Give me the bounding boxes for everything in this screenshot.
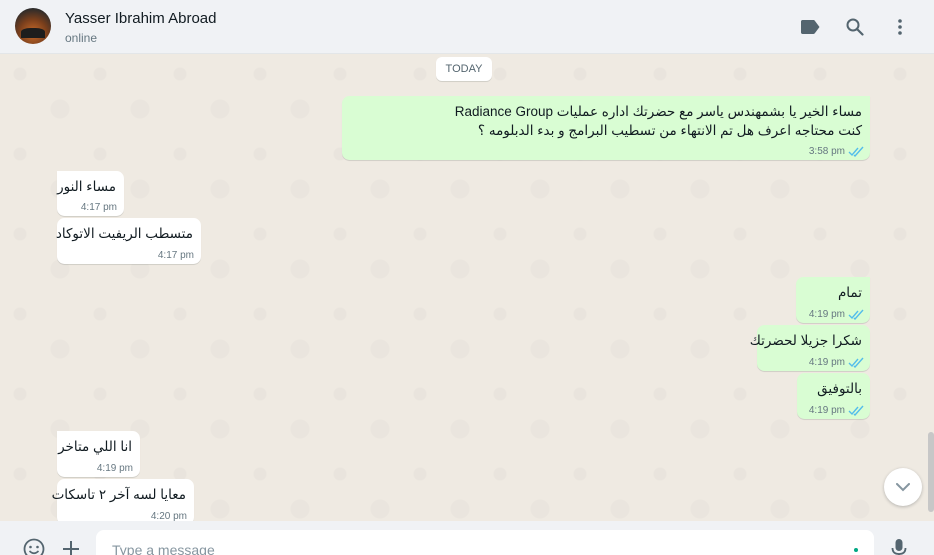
message-text: مساء النور	[57, 179, 116, 194]
message-time: 4:19 pm	[808, 309, 845, 320]
message-input[interactable]	[96, 530, 874, 555]
message-outgoing[interactable]: تمام 4:19 pm	[796, 277, 870, 323]
message-outgoing[interactable]: بالتوفيق 4:19 pm	[797, 373, 870, 419]
chevron-down-icon	[896, 482, 910, 491]
label-icon[interactable]	[798, 15, 822, 39]
attach-icon[interactable]	[59, 537, 83, 555]
message-line: مساء الخير يا بشمهندس ياسر مع حضرتك ادار…	[454, 104, 862, 119]
contact-avatar[interactable]	[15, 8, 51, 44]
message-line: كنت محتاجه اعرف هل تم الانتهاء من تسطيب …	[477, 123, 862, 138]
message-time: 4:19 pm	[96, 463, 133, 474]
message-time: 4:19 pm	[808, 405, 845, 416]
message-time: 4:19 pm	[808, 357, 845, 368]
double-check-icon	[848, 309, 864, 320]
double-check-icon	[848, 405, 864, 416]
message-time: 4:20 pm	[150, 511, 187, 521]
message-text: انا اللي متاخر	[58, 439, 132, 454]
date-separator: TODAY	[436, 57, 492, 81]
menu-icon[interactable]	[888, 15, 912, 39]
message-meta: 4:19 pm	[809, 357, 864, 368]
message-time: 3:58 pm	[808, 146, 845, 157]
message-incoming[interactable]: معايا لسه آخر ٢ تاسكات 4:20 pm	[52, 479, 194, 521]
chat-header: Yasser Ibrahim Abroad online	[0, 0, 934, 54]
status-dot	[854, 548, 858, 552]
search-icon[interactable]	[843, 15, 867, 39]
scroll-thumb[interactable]	[928, 432, 934, 512]
mic-icon[interactable]	[887, 537, 911, 555]
message-text: معايا لسه آخر ٢ تاسكات	[51, 487, 186, 502]
message-meta: 4:20 pm	[151, 511, 187, 521]
message-meta: 4:17 pm	[158, 250, 194, 261]
message-text: تمام	[837, 285, 862, 300]
scroll-down-button[interactable]	[884, 468, 922, 506]
message-time: 4:17 pm	[80, 202, 117, 213]
contact-status: online	[65, 31, 98, 45]
message-incoming[interactable]: متسطب الريفيت الاتوكاد 4:17 pm	[55, 218, 201, 264]
double-check-icon	[848, 146, 864, 157]
message-text: مساء الخير يا بشمهندس ياسر مع حضرتك ادار…	[455, 102, 862, 140]
message-text: بالتوفيق	[817, 381, 862, 396]
message-meta: 4:19 pm	[809, 309, 864, 320]
message-text: متسطب الريفيت الاتوكاد	[55, 226, 193, 241]
message-meta: 4:17 pm	[81, 202, 117, 213]
message-list[interactable]: TODAY مساء الخير يا بشمهندس ياسر مع حضرت…	[0, 54, 928, 521]
double-check-icon	[848, 357, 864, 368]
chat-scrollbar[interactable]	[928, 54, 934, 521]
message-text: شكرا جزيلا لحضرتك	[749, 333, 862, 348]
message-incoming[interactable]: انا اللي متاخر 4:19 pm	[57, 431, 140, 477]
message-time: 4:17 pm	[157, 250, 194, 261]
message-meta: 4:19 pm	[97, 463, 133, 474]
message-outgoing[interactable]: شكرا جزيلا لحضرتك 4:19 pm	[750, 325, 870, 371]
message-meta: 4:19 pm	[809, 405, 864, 416]
contact-name[interactable]: Yasser Ibrahim Abroad	[65, 10, 216, 27]
emoji-icon[interactable]	[22, 537, 46, 555]
message-incoming[interactable]: مساء النور 4:17 pm	[57, 171, 124, 216]
message-meta: 3:58 pm	[809, 146, 864, 157]
message-composer	[0, 521, 934, 555]
message-outgoing[interactable]: مساء الخير يا بشمهندس ياسر مع حضرتك ادار…	[342, 96, 870, 160]
